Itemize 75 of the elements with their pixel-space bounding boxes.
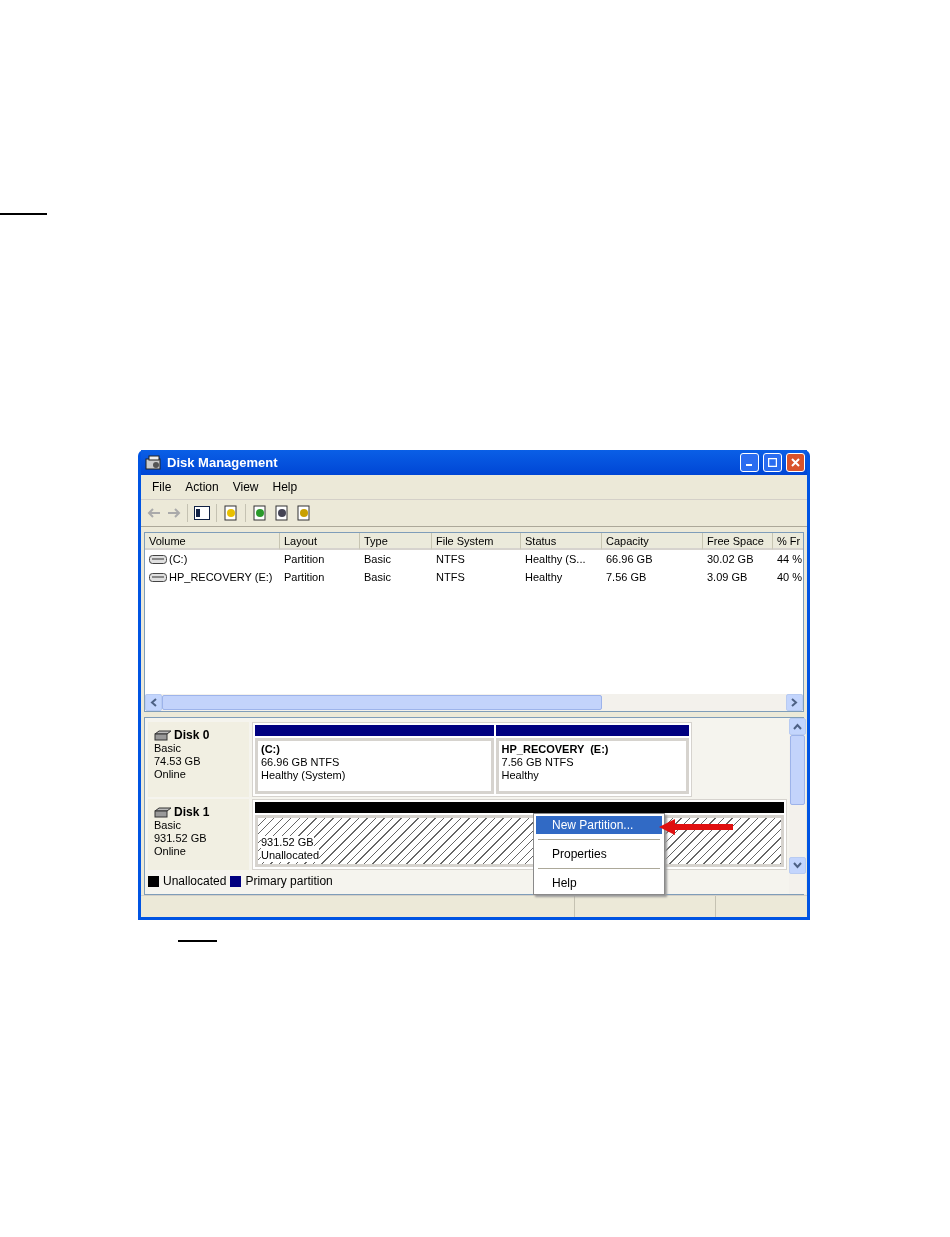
context-menu-item[interactable]: Help xyxy=(536,874,662,892)
legend-label: Primary partition xyxy=(245,874,333,888)
scrollbar-thumb[interactable] xyxy=(790,735,805,805)
column-header[interactable]: % Fr xyxy=(773,533,803,550)
table-cell: NTFS xyxy=(436,553,465,565)
table-cell: Basic xyxy=(364,571,391,583)
right-chevron-icon xyxy=(791,698,798,707)
maximize-button[interactable] xyxy=(763,453,782,472)
partition-size: 931.52 GB xyxy=(261,836,314,849)
table-cell: 30.02 GB xyxy=(707,553,754,565)
partition-status: Unallocated xyxy=(261,849,320,862)
up-chevron-icon xyxy=(793,723,802,730)
disk-size: 74.53 GB xyxy=(154,755,202,768)
table-cell: 40 % xyxy=(777,571,803,583)
partition-label: (C:) xyxy=(261,743,280,756)
disk-type: Basic xyxy=(154,819,182,832)
table-cell: HP_RECOVERY (E:) xyxy=(169,571,273,583)
table-cell: Healthy (S... xyxy=(525,553,586,565)
close-icon xyxy=(791,458,800,467)
drive-icon xyxy=(149,572,167,582)
table-cell: 3.09 GB xyxy=(707,571,748,583)
partition-label: HP_RECOVERY (E:) xyxy=(501,743,609,756)
maximize-icon xyxy=(768,458,777,467)
disk-type: Basic xyxy=(154,742,182,755)
disk-status: Online xyxy=(154,768,187,781)
column-header[interactable]: Type xyxy=(360,533,432,550)
window-title: Disk Management xyxy=(167,455,279,470)
legend-label: Unallocated xyxy=(163,874,227,888)
column-header[interactable]: Volume xyxy=(145,533,280,550)
disk-name: Disk 1 xyxy=(174,805,210,819)
partition-size: 7.56 GB NTFS xyxy=(501,756,574,769)
menu-item[interactable]: Action xyxy=(178,480,226,494)
scroll-left-button[interactable] xyxy=(145,694,162,711)
partition-block[interactable]: (C:) 66.96 GB NTFS Healthy (System) xyxy=(255,738,494,794)
scroll-right-button[interactable] xyxy=(786,694,803,711)
table-cell: 7.56 GB xyxy=(606,571,647,583)
partition-block[interactable]: HP_RECOVERY (E:) 7.56 GB NTFS Healthy xyxy=(495,738,689,794)
table-cell: NTFS xyxy=(436,571,465,583)
panel-toggle-icon[interactable] xyxy=(194,506,210,520)
context-menu-item[interactable]: Properties xyxy=(536,845,662,863)
disk-status: Online xyxy=(154,845,187,858)
left-chevron-icon xyxy=(150,698,157,707)
table-cell: Basic xyxy=(364,553,391,565)
table-cell: Healthy xyxy=(525,571,563,583)
context-menu-item[interactable]: New Partition... xyxy=(536,816,662,834)
down-chevron-icon xyxy=(793,862,802,869)
scroll-down-button[interactable] xyxy=(789,857,806,874)
partition-status: Healthy (System) xyxy=(261,769,346,782)
disk-name: Disk 0 xyxy=(174,728,210,742)
table-cell: (C:) xyxy=(169,553,188,565)
partition-status: Healthy xyxy=(501,769,539,782)
disk-info-panel[interactable]: Disk 1 Basic 931.52 GB Online xyxy=(148,799,249,870)
column-header[interactable]: Free Space xyxy=(703,533,773,550)
table-cell: Partition xyxy=(284,553,325,565)
disk-size: 931.52 GB xyxy=(154,832,208,845)
table-cell: 66.96 GB xyxy=(606,553,653,565)
scroll-up-button[interactable] xyxy=(789,718,806,735)
menu-item[interactable]: Help xyxy=(265,480,305,494)
disk-drive-icon xyxy=(154,806,172,818)
menu-item[interactable]: File xyxy=(145,480,179,494)
menu-item[interactable]: View xyxy=(225,480,266,494)
partition-size: 66.96 GB NTFS xyxy=(261,756,340,769)
column-header[interactable]: Capacity xyxy=(602,533,703,550)
table-cell: Partition xyxy=(284,571,325,583)
disk-management-icon xyxy=(145,454,163,471)
scrollbar-thumb[interactable] xyxy=(162,695,602,710)
disk-drive-icon xyxy=(154,729,172,741)
column-header[interactable]: Status xyxy=(521,533,602,550)
disk-info-panel[interactable]: Disk 0 Basic 74.53 GB Online xyxy=(148,722,249,797)
column-header[interactable]: File System xyxy=(432,533,521,550)
drive-icon xyxy=(149,554,167,564)
minimize-button[interactable] xyxy=(740,453,759,472)
close-button[interactable] xyxy=(786,453,805,472)
column-header[interactable]: Layout xyxy=(280,533,360,550)
table-cell: 44 % xyxy=(777,553,803,565)
